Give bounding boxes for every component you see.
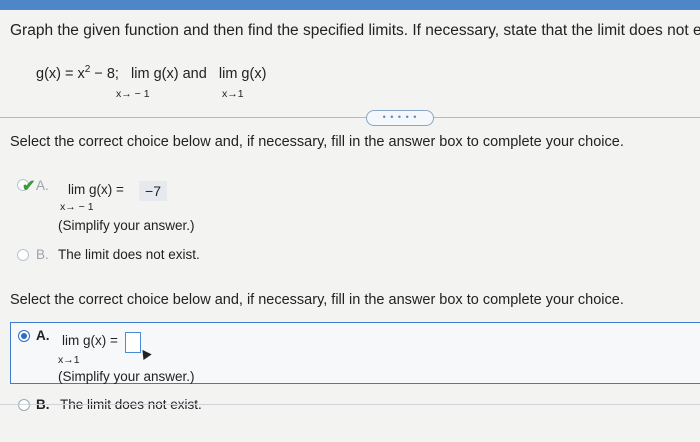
part1-prompt: Select the correct choice below and, if … xyxy=(10,134,624,150)
part1-option-a-expression: lim g(x) = xyxy=(68,182,124,197)
part1-option-b-text: The limit does not exist. xyxy=(58,247,200,262)
part2-answer-input[interactable] xyxy=(125,332,141,353)
limit-1-subscript: x→ − 1 xyxy=(116,88,150,100)
part1-option-b-radio[interactable] xyxy=(17,249,29,261)
part2-option-b-radio[interactable] xyxy=(18,399,30,411)
expand-button[interactable]: • • • • • xyxy=(366,110,434,126)
part1-answer-value: −7 xyxy=(139,181,167,201)
part1-option-b-letter: B. xyxy=(36,247,49,262)
limit-2-subscript: x→1 xyxy=(222,88,244,100)
correct-check-icon: ✔ xyxy=(22,178,36,195)
part2-option-a-hint: (Simplify your answer.) xyxy=(58,369,195,384)
limit-1-label: lim g(x) and xyxy=(131,65,207,82)
part1-option-a-hint: (Simplify your answer.) xyxy=(58,218,195,233)
function-definition: g(x) = x2 − 8; lim g(x) and lim g(x) xyxy=(36,64,266,82)
limit-2-label: lim g(x) xyxy=(218,65,267,82)
part2-option-a-expression: lim g(x) = xyxy=(62,333,118,348)
part2-option-a-radio[interactable] xyxy=(18,330,30,342)
function-g-def: g(x) = x xyxy=(36,65,85,82)
part1-option-a-subscript: x→ − 1 xyxy=(60,201,94,213)
function-g-rest: − 8; xyxy=(90,65,119,82)
bottom-divider xyxy=(0,404,700,405)
divider xyxy=(0,117,700,118)
part1-option-a-letter: A. xyxy=(36,178,49,193)
question-text: Graph the given function and then find t… xyxy=(10,22,700,39)
part2-option-a-subscript: x→1 xyxy=(58,354,80,366)
part2-prompt: Select the correct choice below and, if … xyxy=(10,292,624,308)
part2-option-a-letter: A. xyxy=(36,328,50,343)
top-bar xyxy=(0,0,700,10)
